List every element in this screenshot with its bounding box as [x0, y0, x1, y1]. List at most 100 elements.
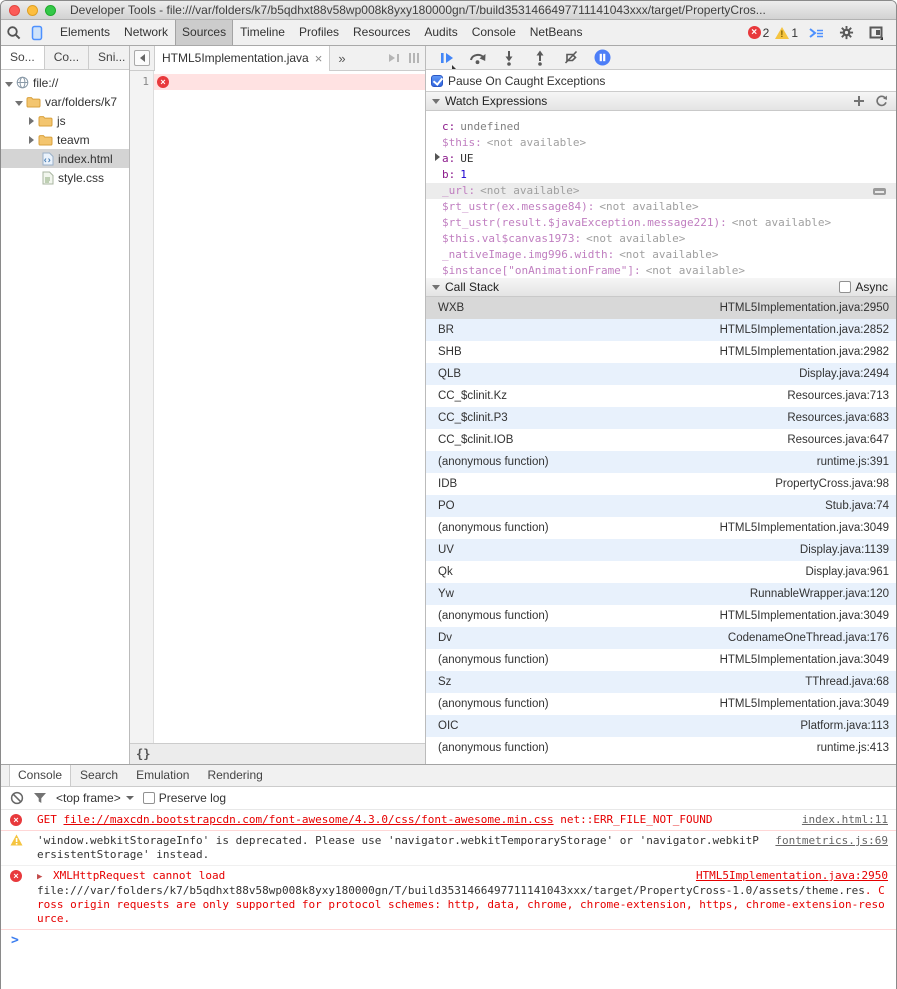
delete-watch-icon[interactable]	[873, 188, 886, 195]
call-stack-frame[interactable]: (anonymous function) runtime.js:391	[426, 451, 896, 473]
watch-expression-row[interactable]: $instance["onAnimationFrame"]: <not avai…	[426, 263, 896, 278]
minimize-window-button[interactable]	[27, 5, 38, 16]
call-stack-frame[interactable]: (anonymous function) HTML5Implementation…	[426, 517, 896, 539]
navigator-tab[interactable]: Co...	[45, 46, 89, 69]
call-stack-frame[interactable]: CC_$clinit.P3 Resources.java:683	[426, 407, 896, 429]
close-window-button[interactable]	[9, 5, 20, 16]
resume-icon[interactable]	[438, 49, 456, 67]
code-area[interactable]: 1	[130, 71, 425, 743]
error-marker-icon[interactable]	[157, 76, 169, 88]
call-stack-frame[interactable]: IDB PropertyCross.java:98	[426, 473, 896, 495]
editor-tab[interactable]: HTML5Implementation.java ×	[154, 46, 330, 71]
message-source-link[interactable]: HTML5Implementation.java:2950	[696, 869, 888, 884]
step-into-icon[interactable]	[500, 49, 518, 67]
panel-tab[interactable]: NetBeans	[523, 20, 590, 45]
frame-source-location[interactable]: Resources.java:713	[787, 390, 889, 402]
frame-source-location[interactable]: HTML5Implementation.java:2852	[720, 324, 889, 336]
preserve-log-checkbox[interactable]	[143, 792, 155, 804]
call-stack-frame[interactable]: BR HTML5Implementation.java:2852	[426, 319, 896, 341]
tree-item-file-selected[interactable]: index.html	[1, 149, 129, 168]
call-stack-frame[interactable]: Yw RunnableWrapper.java:120	[426, 583, 896, 605]
panel-tab[interactable]: Elements	[53, 20, 117, 45]
call-stack-frame[interactable]: CC_$clinit.Kz Resources.java:713	[426, 385, 896, 407]
expand-message-icon[interactable]: ▶	[37, 872, 42, 882]
tree-item-folder[interactable]: js	[1, 111, 129, 130]
deactivate-breakpoints-icon[interactable]	[562, 49, 580, 67]
close-tab-icon[interactable]: ×	[315, 52, 323, 65]
tree-item-file[interactable]: style.css	[1, 168, 129, 187]
panel-tab[interactable]: Console	[465, 20, 523, 45]
frame-source-location[interactable]: HTML5Implementation.java:2950	[720, 302, 889, 314]
zoom-window-button[interactable]	[45, 5, 56, 16]
panel-tab[interactable]: Sources	[175, 20, 233, 45]
call-stack-frame[interactable]: OIC Platform.java:113	[426, 715, 896, 737]
watch-expression-row[interactable]: _nativeImage.img996.width: <not availabl…	[426, 247, 896, 263]
show-console-icon[interactable]	[804, 20, 828, 45]
console-prompt[interactable]: >	[1, 930, 896, 948]
request-url-link[interactable]: file://maxcdn.bootstrapcdn.com/font-awes…	[64, 813, 554, 826]
gear-icon[interactable]	[834, 20, 858, 45]
collapse-arrow-icon[interactable]	[26, 114, 36, 128]
call-stack-frame[interactable]: (anonymous function) runtime.js:413	[426, 737, 896, 759]
watch-expressions-header[interactable]: Watch Expressions	[426, 92, 896, 111]
add-watch-icon[interactable]	[853, 95, 865, 107]
message-source-link[interactable]: fontmetrics.js:69	[775, 834, 888, 862]
watch-expression-row[interactable]: $this.val$canvas1973: <not available>	[426, 231, 896, 247]
watch-expression-row[interactable]: c: undefined	[426, 119, 896, 135]
tree-item-folder[interactable]: teavm	[1, 130, 129, 149]
call-stack-frame[interactable]: (anonymous function) HTML5Implementation…	[426, 693, 896, 715]
frame-source-location[interactable]: Stub.java:74	[825, 500, 889, 512]
frame-source-location[interactable]: PropertyCross.java:98	[775, 478, 889, 490]
call-stack-frame[interactable]: Dv CodenameOneThread.java:176	[426, 627, 896, 649]
expand-arrow-icon[interactable]	[14, 95, 24, 109]
errors-badge[interactable]: 2	[748, 26, 770, 40]
call-stack-frame[interactable]: WXB HTML5Implementation.java:2950	[426, 297, 896, 319]
frame-source-location[interactable]: HTML5Implementation.java:3049	[720, 522, 889, 534]
drawer-tab[interactable]: Console	[9, 765, 71, 786]
tree-item-root[interactable]: file://	[1, 73, 129, 92]
step-out-icon[interactable]	[531, 49, 549, 67]
expand-arrow-icon[interactable]	[4, 76, 14, 90]
clear-console-icon[interactable]	[10, 791, 24, 805]
call-stack-frame[interactable]: (anonymous function) HTML5Implementation…	[426, 649, 896, 671]
call-stack-frame[interactable]: PO Stub.java:74	[426, 495, 896, 517]
watch-expression-row[interactable]: $this: <not available>	[426, 135, 896, 151]
pause-on-exceptions-icon[interactable]	[593, 49, 611, 67]
hide-navigator-icon[interactable]	[134, 50, 150, 66]
frame-source-location[interactable]: Resources.java:683	[787, 412, 889, 424]
more-tabs-icon[interactable]: »	[330, 51, 353, 66]
frame-source-location[interactable]: Resources.java:647	[787, 434, 889, 446]
panel-resizer-icon[interactable]	[409, 53, 419, 63]
frame-source-location[interactable]: runtime.js:391	[817, 456, 889, 468]
panel-tab[interactable]: Audits	[417, 20, 464, 45]
panel-tab[interactable]: Profiles	[292, 20, 346, 45]
call-stack-frame[interactable]: CC_$clinit.IOB Resources.java:647	[426, 429, 896, 451]
call-stack-frame[interactable]: (anonymous function) HTML5Implementation…	[426, 605, 896, 627]
frame-source-location[interactable]: HTML5Implementation.java:2982	[720, 346, 889, 358]
drawer-tab[interactable]: Emulation	[127, 765, 198, 786]
drawer-tab[interactable]: Search	[71, 765, 127, 786]
frame-source-location[interactable]: Platform.java:113	[800, 720, 889, 732]
call-stack-frame[interactable]: Qk Display.java:961	[426, 561, 896, 583]
async-checkbox[interactable]	[839, 281, 851, 293]
search-icon[interactable]	[1, 20, 25, 45]
watch-expression-row[interactable]: $rt_ustr(ex.message84): <not available>	[426, 199, 896, 215]
collapse-arrow-icon[interactable]	[26, 133, 36, 147]
frame-source-location[interactable]: TThread.java:68	[805, 676, 889, 688]
watch-expression-row[interactable]: b: 1	[426, 167, 896, 183]
panel-tab[interactable]: Network	[117, 20, 175, 45]
frame-source-location[interactable]: HTML5Implementation.java:3049	[720, 698, 889, 710]
dock-side-icon[interactable]	[864, 20, 888, 45]
frame-source-location[interactable]: RunnableWrapper.java:120	[750, 588, 889, 600]
frame-source-location[interactable]: Display.java:961	[805, 566, 889, 578]
step-over-icon[interactable]	[469, 49, 487, 67]
message-source-link[interactable]: index.html:11	[802, 813, 888, 827]
frame-source-location[interactable]: runtime.js:413	[817, 742, 889, 754]
pause-on-caught-checkbox[interactable]	[431, 75, 443, 87]
call-stack-frame[interactable]: SHB HTML5Implementation.java:2982	[426, 341, 896, 363]
pretty-print-button[interactable]: {}	[136, 748, 150, 760]
drawer-tab[interactable]: Rendering	[198, 765, 271, 786]
panel-tab[interactable]: Resources	[346, 20, 417, 45]
frame-source-location[interactable]: Display.java:2494	[799, 368, 889, 380]
navigator-tab[interactable]: So...	[1, 46, 45, 69]
